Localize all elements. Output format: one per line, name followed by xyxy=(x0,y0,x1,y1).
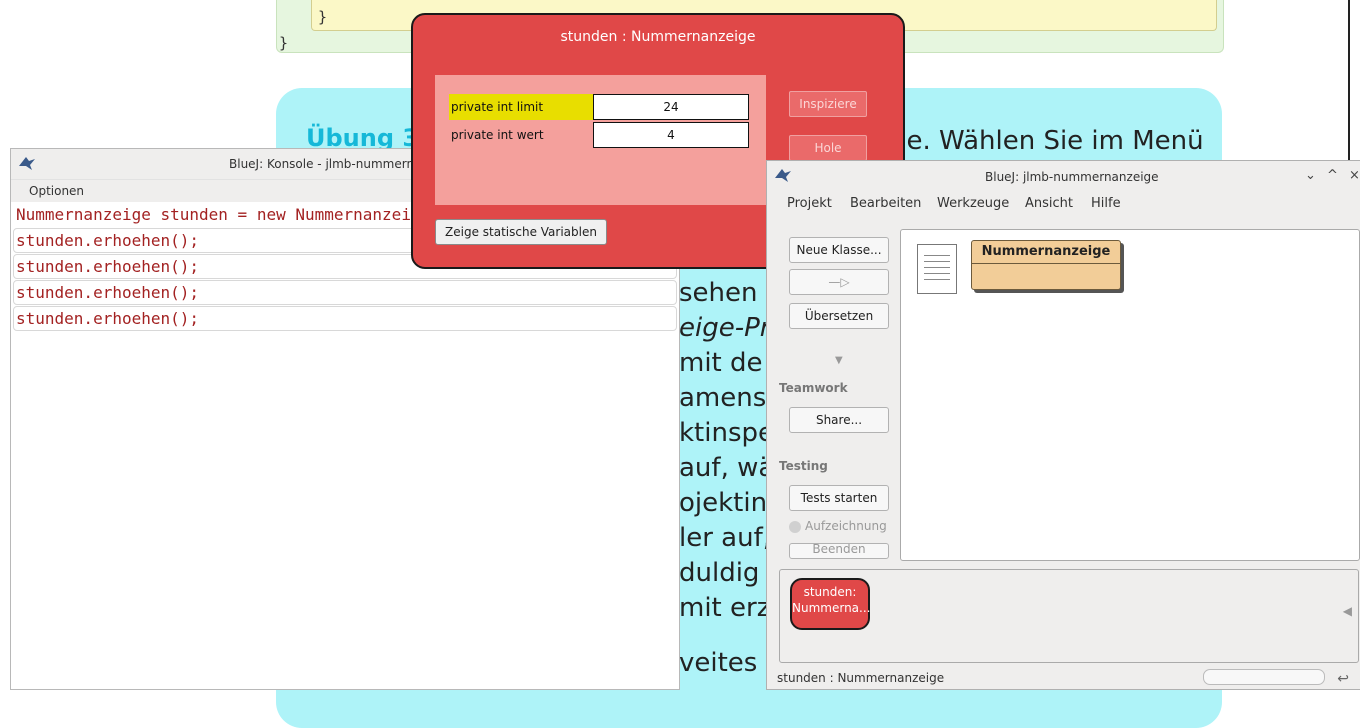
field-value: 4 xyxy=(593,122,749,148)
bluej-bird-icon xyxy=(775,169,791,182)
inspector-fields-panel: private int limit 24 private int wert 4 xyxy=(435,75,766,205)
menu-bearbeiten[interactable]: Bearbeiten xyxy=(850,196,921,211)
inspector-title: stunden : Nummernanzeige xyxy=(560,29,756,45)
exercise-fragment: sehen – xyxy=(679,278,779,308)
testing-label: Testing xyxy=(779,459,828,473)
scroll-left-arrow-icon[interactable]: ◀ xyxy=(1343,604,1352,618)
object-chip-stunden[interactable]: stunden: Nummerna... xyxy=(790,578,870,630)
console-line[interactable]: stunden.erhoehen(); xyxy=(13,306,677,331)
status-text: stunden : Nummernanzeige xyxy=(777,671,945,685)
end-button[interactable]: Beenden xyxy=(789,543,889,559)
new-class-button[interactable]: Neue Klasse... xyxy=(789,237,889,263)
recording-indicator-icon xyxy=(789,521,801,533)
inspect-button[interactable]: Inspiziere xyxy=(789,91,867,117)
exercise-text-top: ge. Wählen Sie im Menü xyxy=(890,126,1204,156)
class-box-nummernanzeige[interactable]: Nummernanzeige xyxy=(971,240,1121,290)
console-line[interactable]: stunden.erhoehen(); xyxy=(13,280,677,305)
get-button[interactable]: Hole xyxy=(789,135,867,161)
bluej-titlebar[interactable]: BlueJ: jlmb-nummernanzeige ⌄ ^ × xyxy=(767,161,1360,191)
recording-label: Aufzeichnung xyxy=(805,519,887,533)
wrap-arrow-icon[interactable]: ↩ xyxy=(1337,671,1349,687)
field-value: 24 xyxy=(593,94,749,120)
exercise-fragment: auf, wä xyxy=(679,453,775,483)
menu-hilfe[interactable]: Hilfe xyxy=(1091,196,1121,211)
menu-projekt[interactable]: Projekt xyxy=(787,196,832,211)
readme-document-icon[interactable] xyxy=(917,244,957,294)
bluej-bird-icon xyxy=(19,157,35,170)
exercise-fragment: amens. xyxy=(679,383,775,413)
bluej-title: BlueJ: jlmb-nummernanzeige xyxy=(985,170,1159,184)
exercise-fragment: mit de xyxy=(679,348,763,378)
field-name: private int wert xyxy=(451,128,544,142)
field-name: private int limit xyxy=(449,94,593,120)
run-tests-button[interactable]: Tests starten xyxy=(789,485,889,511)
page-divider xyxy=(1348,0,1350,160)
menu-werkzeuge[interactable]: Werkzeuge xyxy=(937,196,1009,211)
object-bench[interactable]: stunden: Nummerna... ◀ xyxy=(779,569,1359,663)
maximize-icon[interactable]: ^ xyxy=(1327,168,1338,183)
console-title: BlueJ: Konsole - jlmb-nummern xyxy=(229,157,415,171)
uses-arrow-button[interactable]: —▷ xyxy=(789,269,889,295)
menu-ansicht[interactable]: Ansicht xyxy=(1025,196,1073,211)
bluej-menubar: Projekt Bearbeiten Werkzeuge Ansicht Hil… xyxy=(767,191,1360,217)
closing-brace-outer: } xyxy=(279,34,289,52)
close-icon[interactable]: × xyxy=(1349,168,1360,183)
bluej-main-window: BlueJ: jlmb-nummernanzeige ⌄ ^ × Projekt… xyxy=(766,160,1360,690)
share-button[interactable]: Share... xyxy=(789,407,889,433)
closing-brace-inner: } xyxy=(318,8,328,26)
exercise-fragment: ler auf, xyxy=(679,523,772,553)
show-static-variables-button[interactable]: Zeige statische Variablen xyxy=(435,219,607,245)
compile-button[interactable]: Übersetzen xyxy=(789,303,889,329)
class-diagram-canvas[interactable]: Nummernanzeige xyxy=(900,229,1360,561)
minimize-icon[interactable]: ⌄ xyxy=(1305,168,1316,183)
object-chip-type: Nummerna... xyxy=(792,601,871,615)
status-progress-field xyxy=(1203,669,1325,685)
teamwork-label: Teamwork xyxy=(779,381,848,395)
menu-optionen[interactable]: Optionen xyxy=(29,184,84,198)
object-chip-label: stunden: xyxy=(803,585,857,599)
triangle-down-icon: ▼ xyxy=(835,355,843,366)
class-name: Nummernanzeige xyxy=(972,241,1120,264)
